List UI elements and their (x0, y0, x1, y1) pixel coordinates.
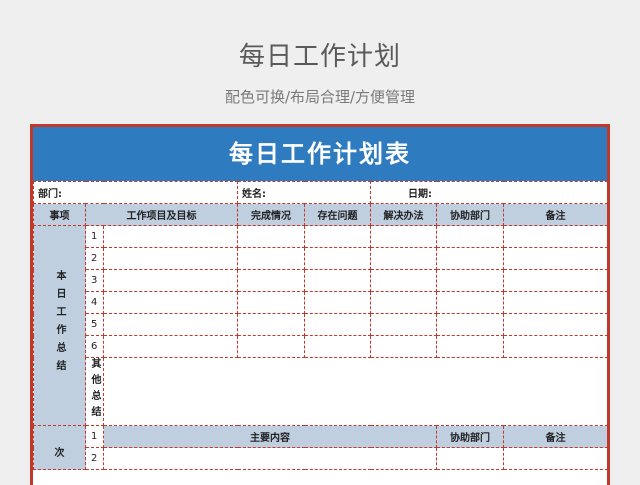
department-field[interactable]: 部门: (33, 181, 238, 204)
row-number: 2 (85, 247, 104, 270)
page-title: 每日工作计划 (238, 42, 401, 72)
solution-cell[interactable] (370, 225, 437, 248)
row-number: 1 (85, 225, 104, 248)
summary-section-label: 本日工作总结 (33, 225, 86, 426)
date-label: 日期: (408, 189, 432, 200)
next-section-label: 次 (33, 425, 86, 470)
col-header-main-content: 主要内容 (103, 425, 437, 448)
completion-cell[interactable] (237, 291, 305, 314)
info-row: 部门: 姓名: 日期: (33, 181, 607, 204)
issues-cell[interactable] (304, 269, 371, 292)
issues-cell[interactable] (304, 291, 371, 314)
other-summary-row: 其他总结 (34, 357, 607, 426)
notes-cell[interactable] (503, 313, 607, 336)
work-item-cell[interactable] (103, 247, 238, 270)
assist-cell[interactable] (436, 225, 504, 248)
row-number: 1 (85, 425, 104, 448)
col-header-notes-2: 备注 (503, 425, 607, 448)
summary-row: 5 (34, 313, 607, 336)
notes-cell[interactable] (503, 291, 607, 314)
name-label: 姓名: (242, 189, 266, 200)
assist-cell[interactable] (436, 269, 504, 292)
issues-cell[interactable] (304, 247, 371, 270)
notes-cell[interactable] (503, 447, 607, 470)
solution-cell[interactable] (370, 335, 437, 358)
solution-cell[interactable] (370, 291, 437, 314)
row-number: 5 (85, 313, 104, 336)
completion-cell[interactable] (237, 269, 305, 292)
completion-cell[interactable] (237, 247, 305, 270)
solution-cell[interactable] (370, 313, 437, 336)
work-item-cell[interactable] (103, 313, 238, 336)
other-summary-label: 其他总结 (85, 357, 104, 426)
sheet-banner-title: 每日工作计划表 (33, 127, 607, 181)
notes-cell[interactable] (503, 225, 607, 248)
assist-cell[interactable] (436, 447, 504, 470)
row-number: 6 (85, 335, 104, 358)
next-row: 2 (34, 447, 607, 470)
issues-cell[interactable] (304, 225, 371, 248)
column-header-row: 事项 工作项目及目标 完成情况 存在问题 解决办法 协助部门 备注 (33, 203, 607, 226)
summary-row: 4 (34, 291, 607, 314)
assist-cell[interactable] (436, 313, 504, 336)
other-summary-cell[interactable] (103, 357, 607, 426)
issues-cell[interactable] (304, 335, 371, 358)
summary-row: 3 (34, 269, 607, 292)
notes-cell[interactable] (503, 269, 607, 292)
assist-cell[interactable] (436, 247, 504, 270)
col-header-assist-dept-2: 协助部门 (436, 425, 504, 448)
col-header-item: 事项 (33, 203, 86, 226)
department-label: 部门: (38, 189, 62, 200)
date-field[interactable]: 日期: (370, 181, 607, 204)
work-item-cell[interactable] (103, 225, 238, 248)
assist-cell[interactable] (436, 335, 504, 358)
completion-cell[interactable] (237, 335, 305, 358)
summary-row: 6 (34, 335, 607, 358)
plan-table: 部门: 姓名: 日期: 事项 工作项目及目标 完成情况 存在问题 解决办法 协助… (33, 181, 607, 470)
work-item-cell[interactable] (103, 335, 238, 358)
col-header-issues: 存在问题 (304, 203, 371, 226)
solution-cell[interactable] (370, 247, 437, 270)
work-item-cell[interactable] (103, 269, 238, 292)
name-field[interactable]: 姓名: (237, 181, 371, 204)
col-header-solution: 解决办法 (370, 203, 437, 226)
completion-cell[interactable] (237, 225, 305, 248)
row-number: 4 (85, 291, 104, 314)
summary-row: 本日工作总结 1 (33, 225, 607, 426)
issues-cell[interactable] (304, 313, 371, 336)
assist-cell[interactable] (436, 291, 504, 314)
notes-cell[interactable] (503, 247, 607, 270)
summary-row: 2 (34, 247, 607, 270)
row-number: 3 (85, 269, 104, 292)
col-header-completion: 完成情况 (237, 203, 305, 226)
col-header-notes: 备注 (503, 203, 607, 226)
col-header-assist-dept: 协助部门 (436, 203, 504, 226)
main-content-cell[interactable] (103, 447, 437, 470)
plan-sheet: 每日工作计划表 部门: 姓名: 日期: 事项 工作项目及目标 完成情况 存在问题… (30, 124, 610, 485)
col-header-work-item: 工作项目及目标 (85, 203, 238, 226)
completion-cell[interactable] (237, 313, 305, 336)
work-item-cell[interactable] (103, 291, 238, 314)
page-subtitle: 配色可换/布局合理/方便管理 (224, 88, 416, 106)
row-number: 2 (85, 447, 104, 470)
notes-cell[interactable] (503, 335, 607, 358)
solution-cell[interactable] (370, 269, 437, 292)
next-header-row: 次 1 主要内容 协助部门 备注 (33, 425, 607, 470)
